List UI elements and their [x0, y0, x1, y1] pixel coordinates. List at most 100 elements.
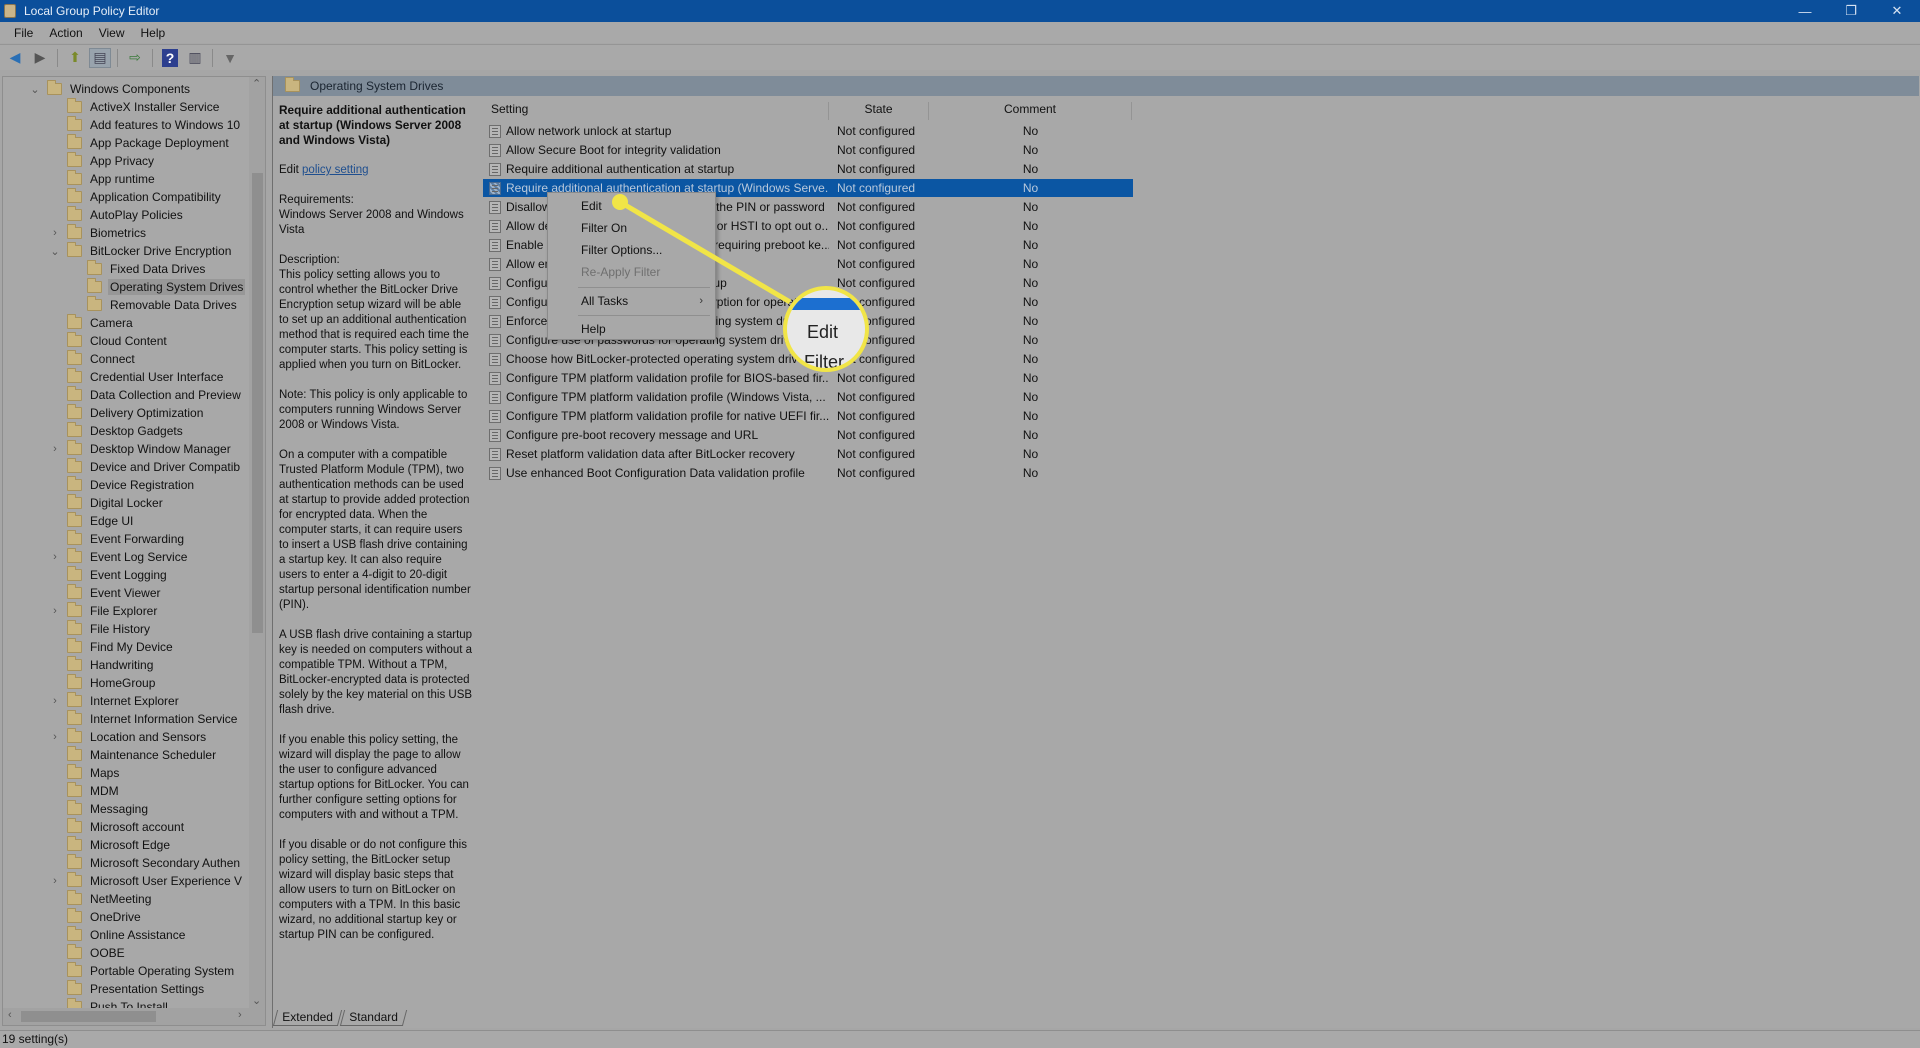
tree-item[interactable]: HomeGroup	[49, 674, 157, 692]
tree-item[interactable]: Presentation Settings	[49, 980, 206, 998]
close-button[interactable]: ✕	[1874, 0, 1920, 22]
column-header-state[interactable]: State	[829, 102, 929, 120]
restore-button[interactable]: ❐	[1828, 0, 1874, 22]
tree-item[interactable]: Find My Device	[49, 638, 175, 656]
scroll-up-icon[interactable]: ⌃	[252, 77, 261, 90]
tree-item[interactable]: Event Forwarding	[49, 530, 186, 548]
filter-button[interactable]: ▼	[219, 48, 241, 68]
tree-item[interactable]: Messaging	[49, 800, 150, 818]
tree-item[interactable]: App Package Deployment	[49, 134, 231, 152]
tree-item[interactable]: Microsoft account	[49, 818, 186, 836]
show-hide-console-tree-button[interactable]: ▤	[89, 47, 111, 68]
tree-horizontal-scrollbar[interactable]: ‹ ›	[3, 1008, 265, 1025]
scroll-left-icon[interactable]: ‹	[8, 1009, 12, 1021]
context-menu-help[interactable]: Help	[548, 319, 715, 339]
scroll-right-icon[interactable]: ›	[238, 1009, 242, 1021]
tree-vertical-scroll-thumb[interactable]	[252, 173, 263, 633]
context-menu-filter-on[interactable]: Filter On	[548, 218, 715, 238]
help-button[interactable]: ?	[162, 48, 178, 67]
tree-item[interactable]: Delivery Optimization	[49, 404, 205, 422]
setting-row[interactable]: Configure TPM platform validation profil…	[483, 388, 1133, 406]
tree-item[interactable]: › File Explorer	[49, 602, 159, 620]
minimize-button[interactable]: —	[1782, 0, 1828, 22]
tree-item[interactable]: Portable Operating System	[49, 962, 236, 980]
setting-row[interactable]: Configure pre-boot recovery message and …	[483, 426, 1133, 444]
tab-extended[interactable]: Extended	[272, 1010, 342, 1026]
tree-item[interactable]: Add features to Windows 10	[49, 116, 242, 134]
menu-action[interactable]: Action	[41, 26, 90, 40]
tree-item[interactable]: ⌄ BitLocker Drive Encryption	[49, 242, 233, 260]
context-menu-all-tasks[interactable]: All Tasks ›	[548, 291, 715, 311]
tree-item[interactable]: › Location and Sensors	[49, 728, 208, 746]
tree-item[interactable]: Device and Driver Compatib	[49, 458, 242, 476]
tree-item[interactable]: Internet Information Service	[49, 710, 239, 728]
setting-row[interactable]: Allow Secure Boot for integrity validati…	[483, 141, 1133, 159]
menu-view[interactable]: View	[91, 26, 133, 40]
tree-item[interactable]: › Microsoft User Experience V	[49, 872, 244, 890]
chevron-right-icon[interactable]: ›	[49, 551, 61, 563]
tree-item[interactable]: App runtime	[49, 170, 157, 188]
tree-item[interactable]: Microsoft Secondary Authen	[49, 854, 242, 872]
tree-item[interactable]: Microsoft Edge	[49, 836, 172, 854]
context-menu-edit[interactable]: Edit	[548, 196, 715, 216]
tree-item[interactable]: Removable Data Drives	[69, 296, 239, 314]
tree-item[interactable]: › Internet Explorer	[49, 692, 181, 710]
column-header-setting[interactable]: Setting	[483, 102, 829, 120]
tree-item[interactable]: Online Assistance	[49, 926, 187, 944]
chevron-right-icon[interactable]: ›	[49, 443, 61, 455]
show-hide-action-pane-button[interactable]: ▥	[184, 48, 206, 68]
tree-item[interactable]: Operating System Drives	[69, 278, 246, 296]
setting-row[interactable]: Configure TPM platform validation profil…	[483, 369, 1133, 387]
menu-file[interactable]: File	[6, 26, 41, 40]
chevron-down-icon[interactable]: ⌄	[49, 245, 61, 258]
setting-row[interactable]: Configure TPM platform validation profil…	[483, 407, 1133, 425]
export-list-button[interactable]: ⇨	[124, 48, 146, 68]
tree-item[interactable]: Edge UI	[49, 512, 135, 530]
tree-item[interactable]: Device Registration	[49, 476, 196, 494]
tree-item[interactable]: ⌄ Windows Components	[29, 80, 192, 98]
tree-item[interactable]: OneDrive	[49, 908, 143, 926]
back-button[interactable]: ◀	[4, 48, 26, 68]
tree-item[interactable]: Cloud Content	[49, 332, 169, 350]
setting-row[interactable]: Require additional authentication at sta…	[483, 160, 1133, 178]
tree-vertical-scrollbar[interactable]: ⌃ ⌄	[249, 77, 265, 1009]
tree-item[interactable]: Data Collection and Preview	[49, 386, 243, 404]
up-one-level-button[interactable]: ⬆	[64, 48, 86, 68]
scroll-down-icon[interactable]: ⌄	[252, 994, 261, 1007]
chevron-right-icon[interactable]: ›	[49, 875, 61, 887]
tree-item[interactable]: Credential User Interface	[49, 368, 225, 386]
tree-item[interactable]: MDM	[49, 782, 121, 800]
tree-item[interactable]: OOBE	[49, 944, 127, 962]
tree-item[interactable]: Digital Locker	[49, 494, 165, 512]
tree-item[interactable]: ActiveX Installer Service	[49, 98, 221, 116]
tree-item[interactable]: › Biometrics	[49, 224, 148, 242]
tree-item[interactable]: Event Logging	[49, 566, 169, 584]
setting-row[interactable]: Allow network unlock at startup Not confi…	[483, 122, 1133, 140]
tree-item[interactable]: Camera	[49, 314, 135, 332]
chevron-down-icon[interactable]: ⌄	[29, 83, 41, 96]
setting-row[interactable]: Reset platform validation data after Bit…	[483, 445, 1133, 463]
setting-row[interactable]: Use enhanced Boot Configuration Data val…	[483, 464, 1133, 482]
edit-policy-setting-link[interactable]: policy setting	[302, 164, 368, 176]
forward-button[interactable]: ▶	[29, 48, 51, 68]
chevron-right-icon[interactable]: ›	[49, 227, 61, 239]
tree-item[interactable]: Connect	[49, 350, 137, 368]
tree-item[interactable]: › Desktop Window Manager	[49, 440, 233, 458]
column-header-comment[interactable]: Comment	[929, 102, 1132, 120]
tree-item[interactable]: Handwriting	[49, 656, 155, 674]
tree-item[interactable]: NetMeeting	[49, 890, 153, 908]
chevron-right-icon[interactable]: ›	[49, 605, 61, 617]
tree-item[interactable]: Desktop Gadgets	[49, 422, 185, 440]
tree-item[interactable]: AutoPlay Policies	[49, 206, 185, 224]
tree-horizontal-scroll-thumb[interactable]	[21, 1011, 156, 1022]
tree-item[interactable]: Fixed Data Drives	[69, 260, 207, 278]
tree-item[interactable]: › Event Log Service	[49, 548, 189, 566]
tree-item[interactable]: App Privacy	[49, 152, 156, 170]
tree-item[interactable]: Maps	[49, 764, 121, 782]
chevron-right-icon[interactable]: ›	[49, 695, 61, 707]
chevron-right-icon[interactable]: ›	[49, 731, 61, 743]
tab-standard[interactable]: Standard	[339, 1010, 407, 1026]
tree-item[interactable]: Event Viewer	[49, 584, 162, 602]
menu-help[interactable]: Help	[133, 26, 174, 40]
tree-item[interactable]: File History	[49, 620, 152, 638]
